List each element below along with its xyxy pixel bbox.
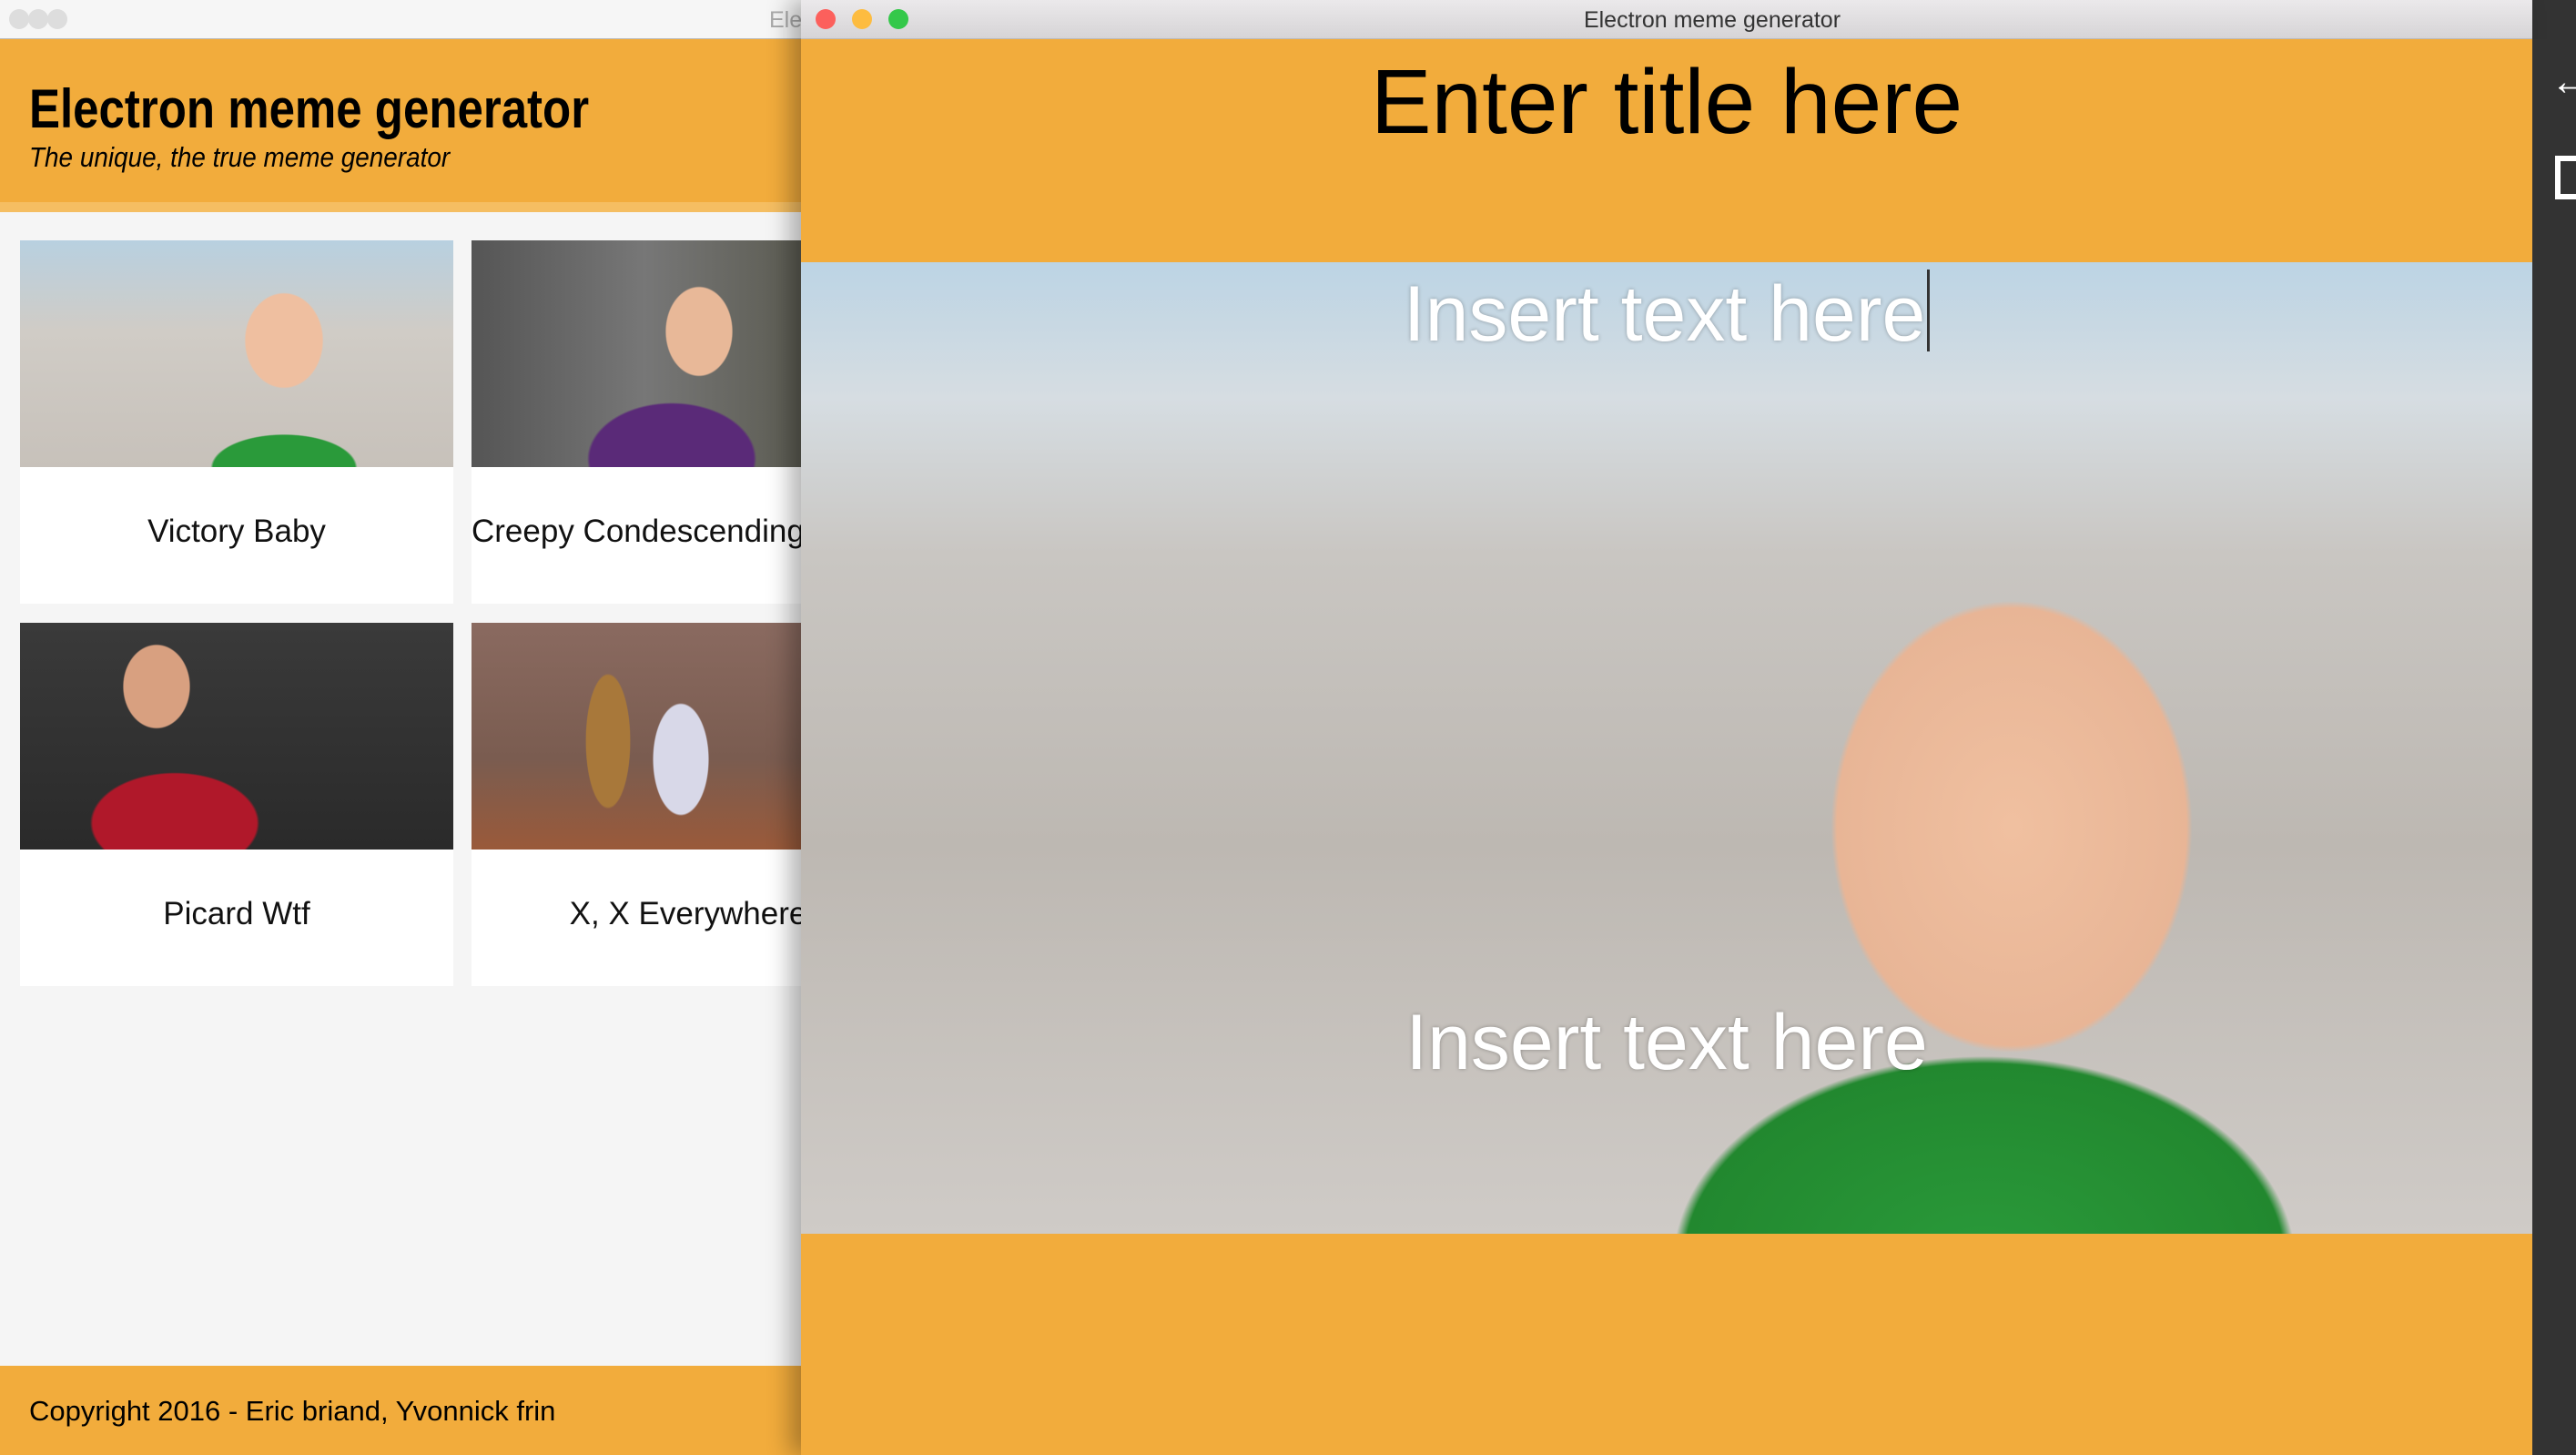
app-header: Electron meme generator The unique, the … [0, 39, 801, 212]
meme-thumbnail [20, 623, 453, 850]
window-title: Electron meme generator [769, 7, 801, 33]
meme-label: Picard Wtf [163, 896, 310, 931]
meme-label: Victory Baby [147, 514, 326, 549]
arrow-left-icon[interactable]: ← [2551, 59, 2576, 105]
title-bar[interactable]: Electron meme generator [801, 0, 2532, 39]
bottom-text-input[interactable]: Insert text here [801, 998, 2532, 1088]
meme-thumbnail [472, 240, 801, 467]
app-title: Electron meme generator [29, 78, 590, 139]
minimize-button[interactable] [28, 9, 48, 29]
footer: Copyright 2016 - Eric briand, Yvonnick f… [0, 1366, 801, 1455]
zoom-button[interactable] [47, 9, 67, 29]
top-text-input[interactable]: Insert text here [801, 270, 2532, 360]
top-text: Insert text here [1403, 270, 1926, 358]
meme-thumbnail [20, 240, 453, 467]
title-bar[interactable]: Electron meme generator [0, 0, 801, 39]
app-subtitle: The unique, the true meme generator [29, 141, 451, 173]
meme-card[interactable]: X, X Everywhere [472, 623, 801, 986]
meme-card[interactable]: Victory Baby [20, 240, 453, 604]
side-panel: ← [2532, 39, 2576, 1455]
meme-title-input[interactable]: Enter title here [801, 50, 2532, 155]
layout-icon[interactable] [2555, 156, 2576, 199]
meme-editor-window: Electron meme generator Enter title here… [801, 0, 2532, 1455]
window-title: Electron meme generator [1583, 7, 1841, 33]
meme-label: X, X Everywhere [569, 896, 801, 931]
meme-image: Insert text here Insert text here [801, 262, 2532, 1234]
left-window: Electron meme generator Electron meme ge… [0, 0, 801, 1455]
text-caret [1927, 270, 1931, 351]
meme-card[interactable]: Picard Wtf [20, 623, 453, 986]
meme-thumbnail [472, 623, 801, 850]
close-button[interactable] [9, 9, 29, 29]
copyright-text: Copyright 2016 - Eric briand, Yvonnick f… [29, 1395, 556, 1427]
meme-label: Creepy Condescending Wonka [472, 514, 801, 549]
meme-card[interactable]: Creepy Condescending Wonka [472, 240, 801, 604]
